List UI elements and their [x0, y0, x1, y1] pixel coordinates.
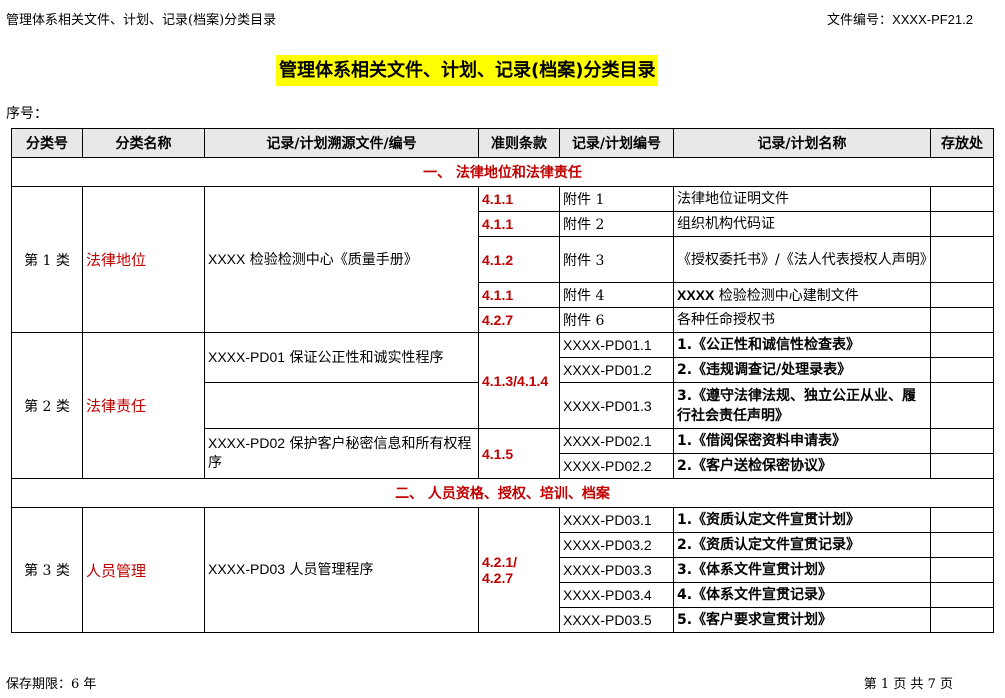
storage-cell: [930, 557, 994, 583]
category-name: 法律地位: [82, 186, 205, 333]
record-name: 1.《公正性和诚信性检查表》: [673, 332, 931, 358]
source-doc: XXXX-PD03 人员管理程序: [204, 507, 479, 633]
page-number: 第 1 页 共 7 页: [863, 677, 953, 692]
file-number-label: 文件编号：: [827, 13, 893, 28]
clause: 4.1.5: [478, 428, 560, 479]
record-name: 1.《资质认定文件宣贯计划》: [673, 507, 931, 533]
section-label: 一、 法律地位和法律责任: [11, 157, 994, 187]
storage-cell: [930, 186, 994, 212]
record-name: 组织机构代码证: [673, 211, 931, 237]
source-doc: XXXX-PD02 保护客户秘密信息和所有权程序: [204, 428, 479, 479]
category-no: 第 1 类: [11, 186, 83, 333]
record-no: XXXX-PD03.1: [559, 507, 674, 533]
col-header-category-no: 分类号: [11, 128, 83, 158]
record-no: 附件 1: [559, 186, 674, 212]
section-row-1: 一、 法律地位和法律责任: [11, 157, 994, 187]
col-header-record-no: 记录/计划编号: [559, 128, 674, 158]
record-no: XXXX-PD03.3: [559, 557, 674, 583]
catalog-table: 分类号 分类名称 记录/计划溯源文件/编号 准则条款 记录/计划编号 记录/计划…: [11, 128, 994, 633]
retention-period: 保存期限：6 年: [6, 677, 97, 692]
clause: 4.1.1: [478, 282, 560, 308]
section-row-2: 二、 人员资格、授权、培训、档案: [11, 478, 994, 508]
header-doc-title: 管理体系相关文件、计划、记录(档案)分类目录: [6, 13, 277, 28]
storage-cell: [930, 236, 994, 283]
category-name: 人员管理: [82, 507, 205, 633]
clause: 4.2.1/4.2.7: [478, 507, 560, 633]
record-no: XXXX-PD03.4: [559, 582, 674, 608]
clause: 4.2.7: [478, 307, 560, 333]
record-no: XXXX-PD01.3: [559, 382, 674, 429]
record-name: 1.《借阅保密资料申请表》: [673, 428, 931, 454]
record-name: 2.《违规调查记/处理录表》: [673, 357, 931, 383]
table-row: 第 1 类 法律地位 XXXX 检验检测中心《质量手册》 4.1.1 附件 1 …: [11, 186, 994, 333]
clause: 4.1.2: [478, 236, 560, 283]
record-no: XXXX-PD01.2: [559, 357, 674, 383]
record-name: 《授权委托书》/《法人代表授权人声明》: [673, 236, 931, 283]
source-doc: XXXX-PD01 保证公正性和诚实性程序: [204, 332, 479, 383]
storage-cell: [930, 332, 994, 358]
table-row: 第 2 类 法律责任 XXXX-PD01 保证公正性和诚实性程序 4.1.3/4…: [11, 332, 994, 479]
record-name: 2.《客户送检保密协议》: [673, 453, 931, 479]
table-header-row: 分类号 分类名称 记录/计划溯源文件/编号 准则条款 记录/计划编号 记录/计划…: [11, 128, 994, 158]
col-header-category-name: 分类名称: [82, 128, 205, 158]
category-name: 法律责任: [82, 332, 205, 479]
clause: 4.1.3/4.1.4: [478, 332, 560, 429]
record-no: XXXX-PD02.2: [559, 453, 674, 479]
storage-cell: [930, 382, 994, 429]
record-no: 附件 4: [559, 282, 674, 308]
table-row: 第 3 类 人员管理 XXXX-PD03 人员管理程序 4.2.1/4.2.7 …: [11, 507, 994, 633]
record-name: 5.《客户要求宣贯计划》: [673, 607, 931, 633]
col-header-record-name: 记录/计划名称: [673, 128, 931, 158]
section-label: 二、 人员资格、授权、培训、档案: [11, 478, 994, 508]
storage-cell: [930, 428, 994, 454]
source-doc-empty: [204, 382, 479, 429]
clause: 4.1.1: [478, 211, 560, 237]
record-name: XXXX 检验检测中心建制文件: [673, 282, 931, 308]
storage-cell: [930, 282, 994, 308]
category-no: 第 2 类: [11, 332, 83, 479]
record-name: 各种任命授权书: [673, 307, 931, 333]
storage-cell: [930, 532, 994, 558]
page-title: 管理体系相关文件、计划、记录(档案)分类目录: [276, 55, 659, 86]
source-doc: XXXX 检验检测中心《质量手册》: [204, 186, 479, 333]
storage-cell: [930, 582, 994, 608]
category-no: 第 3 类: [11, 507, 83, 633]
col-header-clause: 准则条款: [478, 128, 560, 158]
record-no: XXXX-PD03.5: [559, 607, 674, 633]
storage-cell: [930, 307, 994, 333]
record-no: XXXX-PD02.1: [559, 428, 674, 454]
file-number-value: XXXX-PF21.2: [892, 12, 973, 27]
storage-cell: [930, 357, 994, 383]
record-name: 2.《资质认定文件宣贯记录》: [673, 532, 931, 558]
record-name: 3.《体系文件宣贯计划》: [673, 557, 931, 583]
col-header-source-doc: 记录/计划溯源文件/编号: [204, 128, 479, 158]
record-no: XXXX-PD01.1: [559, 332, 674, 358]
storage-cell: [930, 453, 994, 479]
sequence-label: 序号：: [6, 106, 48, 122]
record-name: 3.《遵守法律法规、独立公正从业、履行社会责任声明》: [673, 382, 931, 429]
clause: 4.1.1: [478, 186, 560, 212]
record-no: XXXX-PD03.2: [559, 532, 674, 558]
storage-cell: [930, 607, 994, 633]
col-header-storage: 存放处: [930, 128, 994, 158]
record-name: 4.《体系文件宣贯记录》: [673, 582, 931, 608]
record-no: 附件 3: [559, 236, 674, 283]
record-no: 附件 2: [559, 211, 674, 237]
storage-cell: [930, 507, 994, 533]
record-name: 法律地位证明文件: [673, 186, 931, 212]
header-file-number: 文件编号：XXXX-PF21.2: [827, 9, 973, 28]
record-no: 附件 6: [559, 307, 674, 333]
storage-cell: [930, 211, 994, 237]
